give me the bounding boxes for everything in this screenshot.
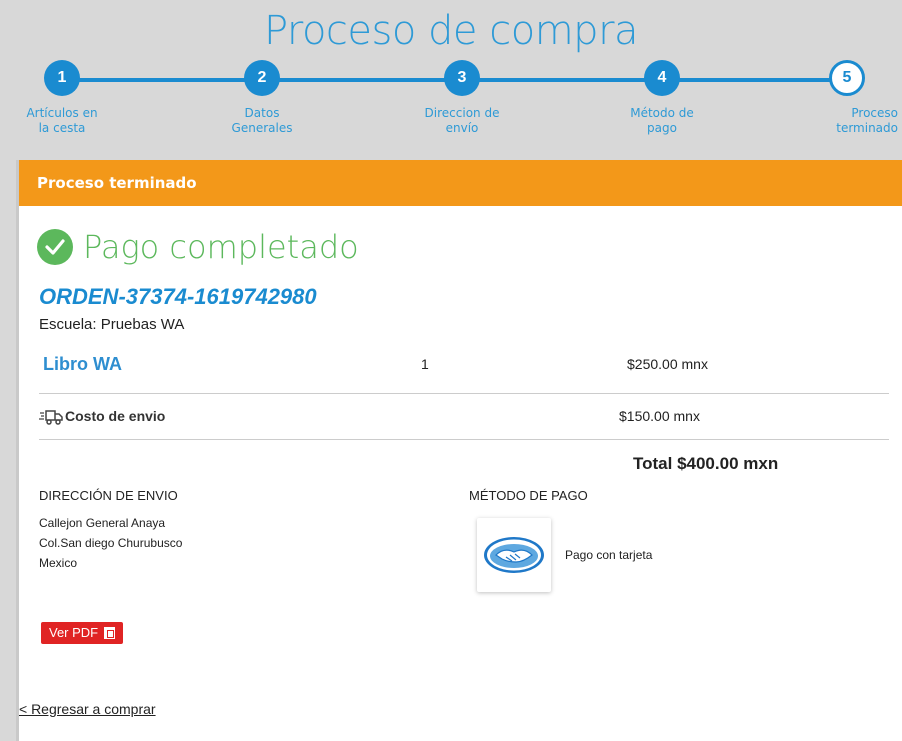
shipping-price: $150.00 mnx — [619, 408, 700, 424]
address-line: Col.San diego Churubusco — [39, 536, 183, 550]
step-5: 5 Proceso terminado — [792, 60, 902, 136]
success-text: Pago completado — [83, 228, 359, 266]
order-summary-panel: Proceso terminado Pago completado ORDEN-… — [16, 160, 902, 741]
step-2: 2 Datos Generales — [202, 60, 322, 136]
step-label: Datos Generales — [231, 106, 293, 135]
step-number: 2 — [244, 60, 280, 96]
step-3: 3 Direccion de envío — [402, 60, 522, 136]
item-price: $250.00 mnx — [627, 356, 708, 372]
pdf-icon — [104, 627, 116, 639]
back-to-shop-link[interactable]: < Regresar a comprar — [19, 701, 156, 717]
view-pdf-label: Ver PDF — [49, 625, 99, 640]
step-number: 4 — [644, 60, 680, 96]
page-title: Proceso de compra — [263, 8, 639, 54]
payment-method-title: MÉTODO DE PAGO — [469, 488, 588, 503]
school-name: Escuela: Pruebas WA — [39, 316, 185, 333]
shipping-label: Costo de envio — [65, 408, 166, 424]
step-1: 1 Artículos en la cesta — [2, 60, 122, 136]
item-quantity: 1 — [421, 356, 429, 372]
shipping-address-title: DIRECCIÓN DE ENVIO — [39, 488, 178, 503]
order-total: Total $400.00 mxn — [633, 454, 779, 473]
payment-method: Pago con tarjeta — [565, 548, 653, 562]
step-label: Proceso terminado — [836, 106, 898, 135]
step-number: 3 — [444, 60, 480, 96]
success-message: Pago completado — [37, 228, 359, 266]
step-label: Direccion de envío — [424, 106, 500, 135]
order-id: ORDEN-37374-1619742980 — [39, 284, 317, 309]
step-number: 5 — [829, 60, 865, 96]
step-label: Artículos en la cesta — [26, 106, 98, 135]
mercadopago-logo — [477, 518, 551, 592]
delivery-truck-icon — [39, 408, 63, 431]
shipping-row: Costo de envio $150.00 mnx — [39, 396, 889, 440]
step-label: Método de pago — [630, 106, 694, 135]
address-line: Mexico — [39, 556, 78, 570]
view-pdf-button[interactable]: Ver PDF — [41, 622, 124, 644]
step-number: 1 — [44, 60, 80, 96]
check-circle-icon — [37, 229, 73, 265]
panel-header: Proceso terminado — [19, 160, 902, 206]
item-name[interactable]: Libro WA — [43, 354, 122, 375]
address-line: Callejon General Anaya — [39, 516, 166, 530]
order-item-row: Libro WA 1 $250.00 mnx — [39, 344, 889, 394]
step-4: 4 Método de pago — [602, 60, 722, 136]
